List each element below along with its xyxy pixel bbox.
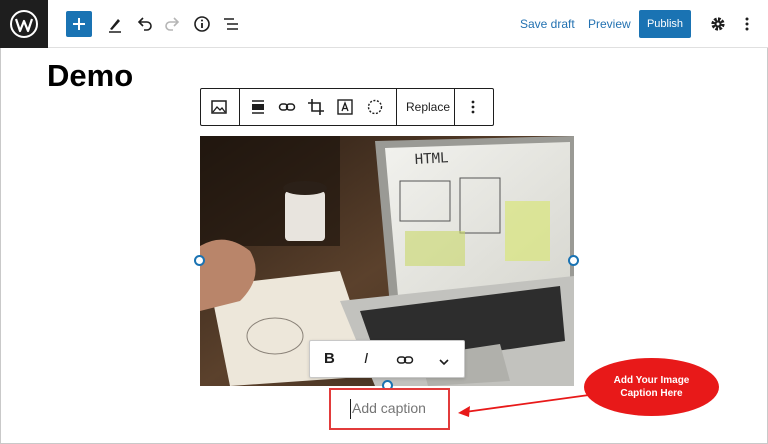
annotation-line-2: Caption Here [620,388,683,399]
publish-button[interactable]: Publish [639,10,691,38]
crop-icon [308,99,324,115]
link-icon [396,356,414,364]
toolbar-divider [239,89,240,125]
italic-button[interactable]: I [364,350,368,367]
insert-link-button[interactable] [276,96,298,118]
wordpress-logo-icon[interactable] [0,0,48,48]
save-draft-button[interactable]: Save draft [520,17,575,31]
more-vertical-icon [745,17,749,31]
info-icon [194,16,210,32]
redo-button[interactable] [161,12,185,36]
preview-button[interactable]: Preview [588,17,631,31]
publish-label: Publish [646,18,684,30]
add-block-button[interactable] [66,11,92,37]
undo-icon [137,17,152,31]
link-icon [278,103,296,111]
post-title[interactable]: Demo [47,58,133,94]
image-icon [211,100,227,114]
replace-button[interactable]: Replace [406,100,450,114]
text-cursor [350,399,351,419]
svg-text:HTML: HTML [414,150,449,168]
resize-handle-left[interactable] [194,255,205,266]
caption-input[interactable]: Add caption [329,388,450,430]
list-view-button[interactable] [219,12,243,36]
image-block-type-button[interactable] [208,96,230,118]
undo-button[interactable] [132,12,156,36]
caption-placeholder: Add caption [352,400,426,416]
details-button[interactable] [190,12,214,36]
annotation-callout: Add Your Image Caption Here [584,358,719,416]
block-options-button[interactable] [462,96,484,118]
toolbar-divider [454,89,455,125]
caption-link-button[interactable] [396,351,414,373]
crop-button[interactable] [305,96,327,118]
redo-icon [165,17,180,31]
toolbar-divider [396,89,397,125]
text-overlay-button[interactable] [334,96,356,118]
bold-button[interactable]: B [324,350,335,367]
editor-top-bar: Save draft Preview Publish [0,0,768,48]
align-center-icon [252,100,264,114]
annotation-line-1: Add Your Image [613,375,690,386]
more-options-button[interactable] [735,12,759,36]
circle-dashed-icon [367,99,383,115]
gear-icon [711,17,725,31]
pencil-icon [109,19,121,33]
more-formats-button[interactable] [438,353,450,372]
chevron-down-icon [439,359,449,366]
duotone-button[interactable] [364,96,386,118]
list-view-icon [224,18,238,30]
text-overlay-icon [337,99,353,115]
caption-format-toolbar: B I [309,340,465,378]
resize-handle-right[interactable] [568,255,579,266]
plus-icon [73,18,85,30]
align-button[interactable] [247,96,269,118]
more-vertical-icon [471,100,475,114]
settings-button[interactable] [706,12,730,36]
edit-tool-button[interactable] [103,12,127,36]
